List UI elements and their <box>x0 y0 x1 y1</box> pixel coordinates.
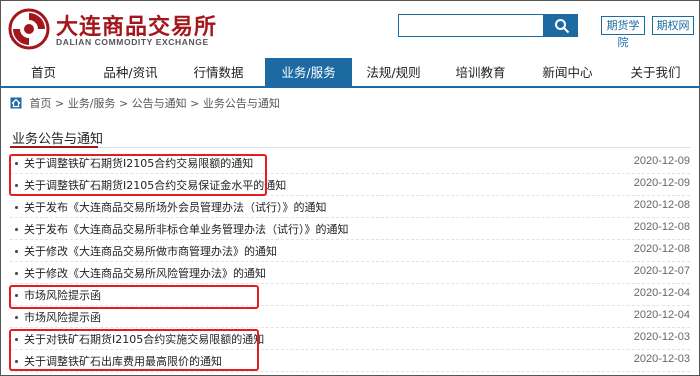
dce-logo-icon[interactable] <box>8 8 50 50</box>
bullet-icon <box>15 206 18 209</box>
bullet-icon <box>15 316 18 319</box>
search-input[interactable] <box>398 14 544 37</box>
notice-row: 市场风险提示函 2020-12-04 <box>10 306 690 328</box>
bullet-icon <box>15 272 18 275</box>
notice-title[interactable]: 市场风险提示函 <box>24 309 101 325</box>
notice-title[interactable]: 关于发布《大连商品交易所场外会员管理办法（试行）》的通知 <box>24 199 327 215</box>
breadcrumb-separator: > <box>55 97 65 110</box>
notice-date: 2020-12-09 <box>633 177 690 189</box>
nav-item-home[interactable]: 首页 <box>0 58 87 88</box>
nav-item-regulations[interactable]: 法规/规则 <box>350 58 437 88</box>
search-icon <box>555 19 570 34</box>
notice-date: 2020-12-08 <box>633 243 690 255</box>
breadcrumb-notices[interactable]: 公告与通知 <box>132 97 187 110</box>
highlight-box <box>9 329 259 371</box>
nav-item-business[interactable]: 业务/服务 <box>265 58 352 88</box>
notice-row: 关于修改《大连商品交易所做市商管理办法》的通知 2020-12-08 <box>10 240 690 262</box>
section-title-underline <box>10 146 98 148</box>
notice-date: 2020-12-03 <box>633 331 690 343</box>
notice-date: 2020-12-08 <box>633 221 690 233</box>
section-title: 业务公告与通知 <box>12 132 104 147</box>
nav-item-news[interactable]: 新闻中心 <box>524 58 611 88</box>
breadcrumb-home[interactable]: 首页 <box>30 97 52 110</box>
nav-item-market-data[interactable]: 行情数据 <box>175 58 262 88</box>
futures-academy-link[interactable]: 期货学院 <box>601 16 645 49</box>
notice-title[interactable]: 关于修改《大连商品交易所做市商管理办法》的通知 <box>24 243 277 259</box>
search-button[interactable] <box>544 14 578 37</box>
breadcrumb-current: 业务公告与通知 <box>202 97 280 110</box>
breadcrumb-separator: > <box>118 97 129 110</box>
breadcrumb-separator: > <box>190 97 200 110</box>
breadcrumb-business[interactable]: 业务/服务 <box>68 97 116 110</box>
options-site-link[interactable]: 期权网 <box>652 16 694 35</box>
notice-title[interactable]: 关于发布《大连商品交易所非标仓单业务管理办法（试行）》的通知 <box>24 221 349 237</box>
notice-date: 2020-12-04 <box>633 309 690 321</box>
home-icon <box>10 97 22 109</box>
highlight-box <box>9 285 259 309</box>
nav-item-products[interactable]: 品种/资讯 <box>87 58 174 88</box>
notice-row: 关于修改《大连商品交易所风险管理办法》的通知 2020-12-07 <box>10 262 690 284</box>
site-header: 大连商品交易所 DALIAN COMMODITY EXCHANGE 期货学院 期… <box>0 0 700 58</box>
nav-item-training[interactable]: 培训教育 <box>437 58 524 88</box>
section-divider <box>10 147 690 148</box>
breadcrumb: 首页 > 业务/服务 > 公告与通知 > 业务公告与通知 <box>10 97 280 111</box>
notice-row: 关于发布《大连商品交易所非标仓单业务管理办法（试行）》的通知 2020-12-0… <box>10 218 690 240</box>
main-nav: 首页 品种/资讯 行情数据 业务/服务 法规/规则 培训教育 新闻中心 关于我们 <box>0 58 700 88</box>
bullet-icon <box>15 250 18 253</box>
bullet-icon <box>15 228 18 231</box>
notice-date: 2020-12-08 <box>633 199 690 211</box>
highlight-box <box>9 154 267 196</box>
notice-title[interactable]: 关于修改《大连商品交易所风险管理办法》的通知 <box>24 265 266 281</box>
notice-date: 2020-12-07 <box>633 265 690 277</box>
notice-date: 2020-12-04 <box>633 287 690 299</box>
nav-item-about[interactable]: 关于我们 <box>612 58 699 88</box>
notice-date: 2020-12-03 <box>633 353 690 365</box>
notice-row: 关于发布《大连商品交易所场外会员管理办法（试行）》的通知 2020-12-08 <box>10 196 690 218</box>
logo-title-en: DALIAN COMMODITY EXCHANGE <box>56 37 209 47</box>
notice-date: 2020-12-09 <box>633 155 690 167</box>
